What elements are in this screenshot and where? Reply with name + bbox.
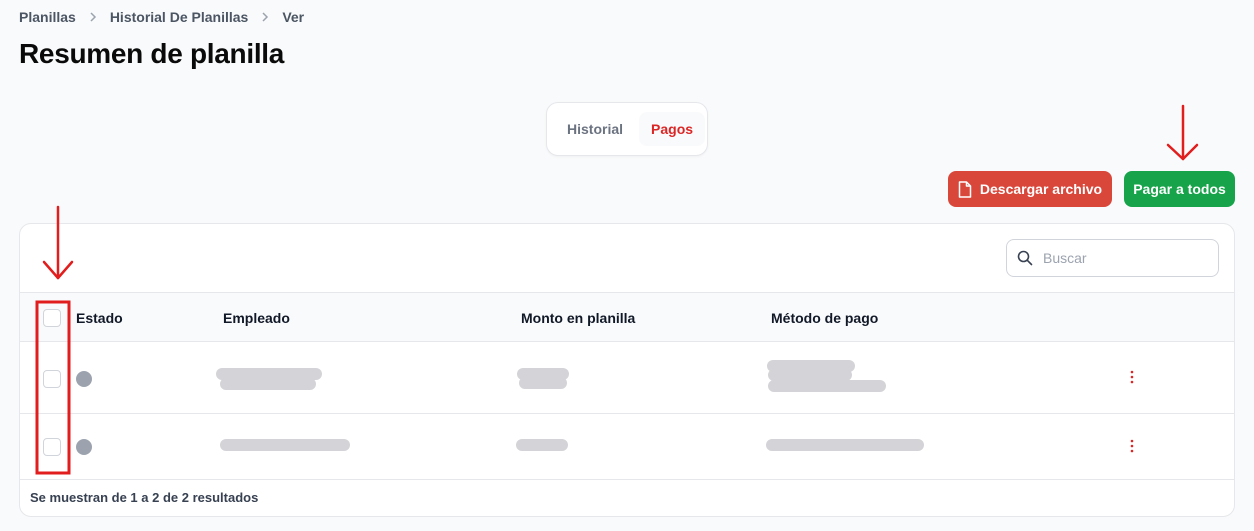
arrow-down-icon xyxy=(42,205,74,280)
arrow-down-icon xyxy=(1166,104,1199,161)
highlight-box xyxy=(35,300,71,475)
annotation-overlay xyxy=(35,104,1199,475)
